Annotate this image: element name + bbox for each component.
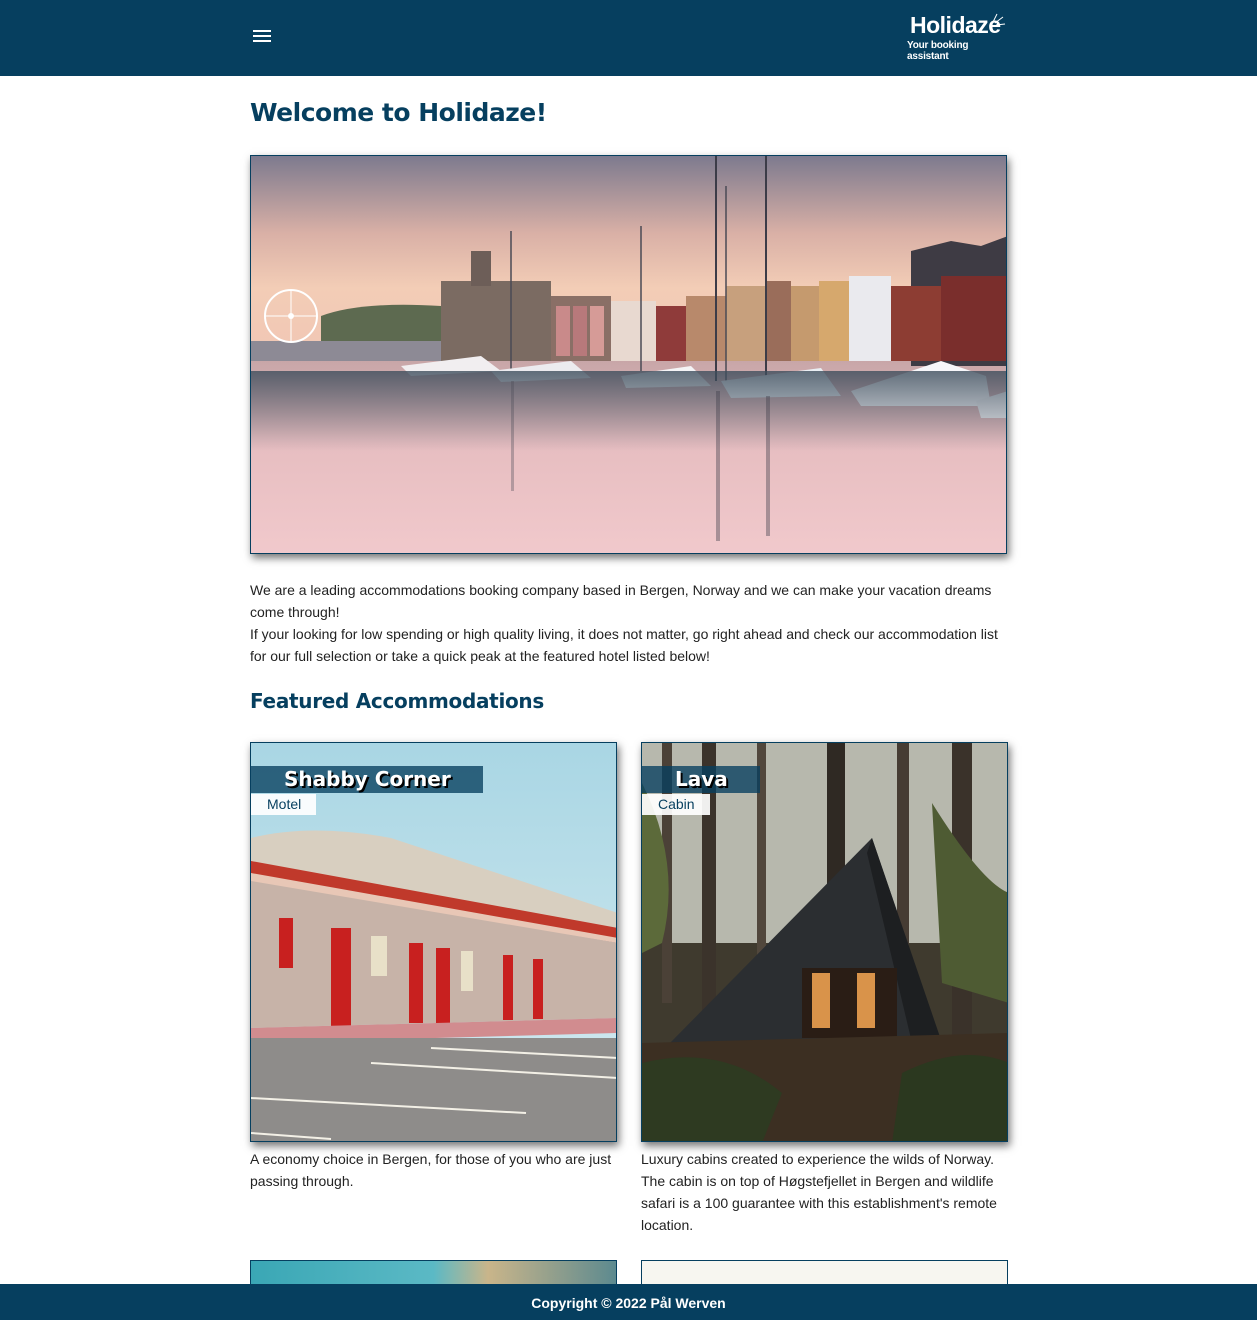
copyright-text: Copyright © 2022 Pål Werven — [531, 1295, 726, 1311]
hero-image-bergen-harbour — [250, 155, 1007, 554]
sun-rays-icon — [992, 13, 1006, 26]
holidaze-logo[interactable]: Holidaze Your booking assistant — [900, 10, 1010, 62]
accommodation-description: A economy choice in Bergen, for those of… — [250, 1151, 612, 1189]
logo-subtitle: Your booking assistant — [907, 40, 969, 62]
intro-paragraph-2: If your looking for low spending or high… — [250, 626, 998, 664]
menu-line — [253, 35, 271, 37]
hero-illustration — [251, 156, 1006, 553]
accommodation-description: Luxury cabins created to experience the … — [641, 1151, 997, 1233]
menu-line — [253, 30, 271, 32]
intro-text: We are a leading accommodations booking … — [250, 579, 1010, 667]
page-title: Welcome to Holidaze! — [250, 98, 547, 127]
accommodation-name: Lava — [642, 766, 760, 793]
accommodation-type-badge: Motel — [251, 794, 317, 815]
top-navigation-bar: Holidaze Your booking assistant — [0, 0, 1257, 76]
hamburger-menu-icon[interactable] — [250, 26, 276, 48]
intro-paragraph-1: We are a leading accommodations booking … — [250, 582, 992, 620]
footer: Copyright © 2022 Pål Werven — [0, 1284, 1257, 1320]
featured-accommodations-heading: Featured Accommodations — [250, 689, 544, 713]
featured-card-shabby-corner[interactable]: Shabby Corner Motel — [250, 742, 617, 1142]
featured-card-lava[interactable]: Lava Cabin — [641, 742, 1008, 1142]
accommodation-name: Shabby Corner — [251, 766, 483, 793]
menu-line — [253, 40, 271, 42]
logo-title: Holidaze — [910, 12, 1001, 38]
accommodation-type-badge: Cabin — [642, 794, 710, 815]
